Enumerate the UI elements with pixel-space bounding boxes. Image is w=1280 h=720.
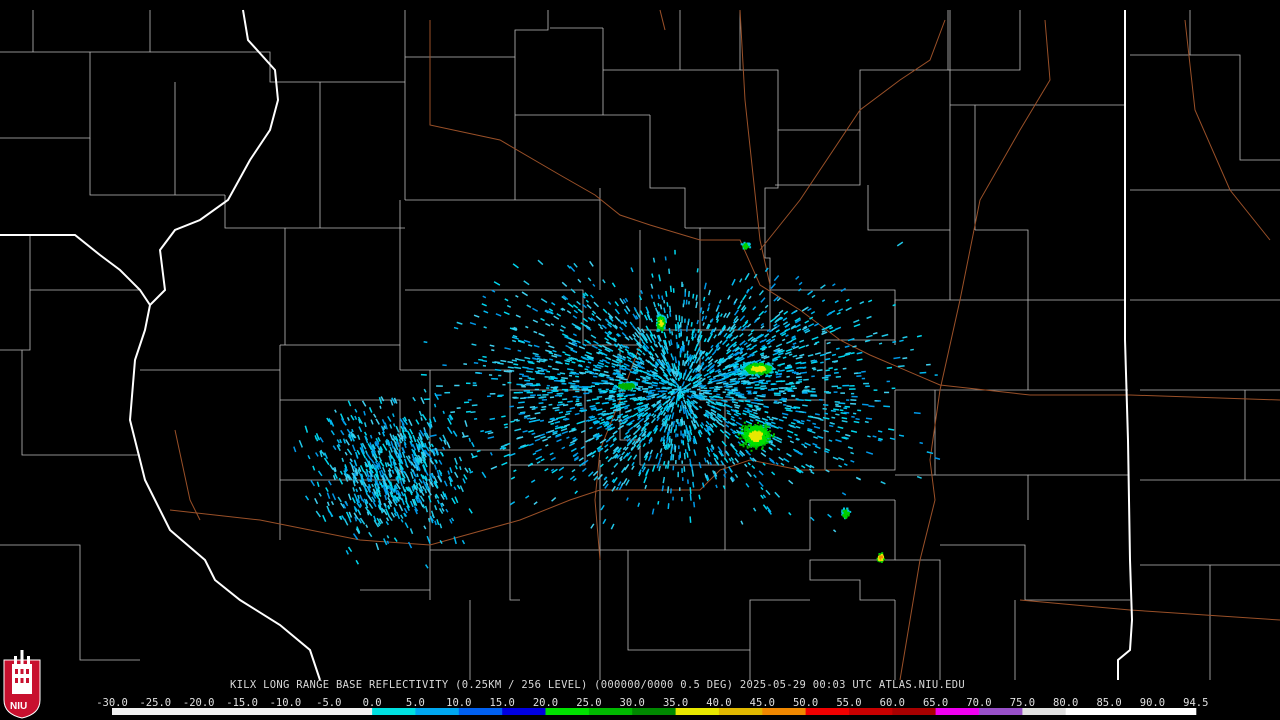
scale-color-swatch <box>805 708 850 715</box>
scale-tick-label: -5.0 <box>316 697 341 709</box>
scale-tick-label: 85.0 <box>1096 697 1121 709</box>
niu-logo-text: NIU <box>10 701 27 712</box>
scale-color-swatch <box>415 708 460 715</box>
niu-logo: NIU <box>3 650 41 719</box>
scale-tick-label: -25.0 <box>139 697 171 709</box>
scale-tick-label: 40.0 <box>706 697 731 709</box>
scale-tick-label: 25.0 <box>576 697 601 709</box>
scale-tick-label: 20.0 <box>533 697 558 709</box>
scale-color-swatch <box>1109 708 1153 715</box>
scale-tick-label: 10.0 <box>446 697 471 709</box>
scale-color-swatch <box>242 708 286 715</box>
scale-tick-label: 45.0 <box>750 697 775 709</box>
scale-tick-label: -10.0 <box>270 697 302 709</box>
scale-color-swatch <box>285 708 330 715</box>
scale-color-swatch <box>458 708 503 715</box>
scale-tick-label: 30.0 <box>620 697 645 709</box>
scale-tick-label: 15.0 <box>490 697 515 709</box>
scale-tick-label: -15.0 <box>226 697 258 709</box>
radar-map: KILX LONG RANGE BASE REFLECTIVITY (0.25K… <box>0 0 1280 720</box>
scale-color-swatch <box>632 708 677 715</box>
scale-color-swatch <box>762 708 807 715</box>
scale-color-swatch <box>588 708 633 715</box>
scale-color-swatch <box>718 708 763 715</box>
scale-color-swatch <box>198 708 243 715</box>
scale-tick-label: 60.0 <box>880 697 905 709</box>
scale-tick-label: 5.0 <box>406 697 425 709</box>
scale-color-swatch <box>502 708 547 715</box>
scale-tick-label: 90.0 <box>1140 697 1165 709</box>
scale-color-swatch <box>155 708 200 715</box>
scale-tick-label: 65.0 <box>923 697 948 709</box>
scale-color-swatch <box>372 708 416 715</box>
scale-color-swatch <box>1152 708 1197 715</box>
product-title: KILX LONG RANGE BASE REFLECTIVITY (0.25K… <box>230 679 965 691</box>
scale-tick-label: -30.0 <box>96 697 128 709</box>
scale-color-swatch <box>112 708 156 715</box>
scale-tick-label: -20.0 <box>183 697 215 709</box>
radar-echoes <box>293 241 941 569</box>
scale-tick-label: 35.0 <box>663 697 688 709</box>
scale-color-swatch <box>892 708 937 715</box>
scale-color-swatch <box>979 708 1023 715</box>
scale-tick-label: 0.0 <box>363 697 382 709</box>
color-scale: -30.0 -25.0 -20.0 -15.0 -10.0 -5.0 0.0 5.0 10.0 1… <box>96 697 1208 715</box>
scale-color-swatch <box>545 708 590 715</box>
scale-color-swatch <box>1065 708 1110 715</box>
scale-tick-label: 94.5 <box>1183 697 1208 709</box>
scale-color-swatch <box>675 708 720 715</box>
scale-color-swatch <box>849 708 893 715</box>
scale-tick-label: 55.0 <box>836 697 861 709</box>
scale-tick-label: 75.0 <box>1010 697 1035 709</box>
scale-tick-label: 50.0 <box>793 697 818 709</box>
radar-map-canvas: KILX LONG RANGE BASE REFLECTIVITY (0.25K… <box>0 9 1280 719</box>
scale-color-swatch <box>935 708 980 715</box>
scale-tick-label: 70.0 <box>966 697 991 709</box>
scale-color-swatch <box>328 708 373 715</box>
scale-color-swatch <box>1022 708 1067 715</box>
scale-tick-label: 80.0 <box>1053 697 1078 709</box>
